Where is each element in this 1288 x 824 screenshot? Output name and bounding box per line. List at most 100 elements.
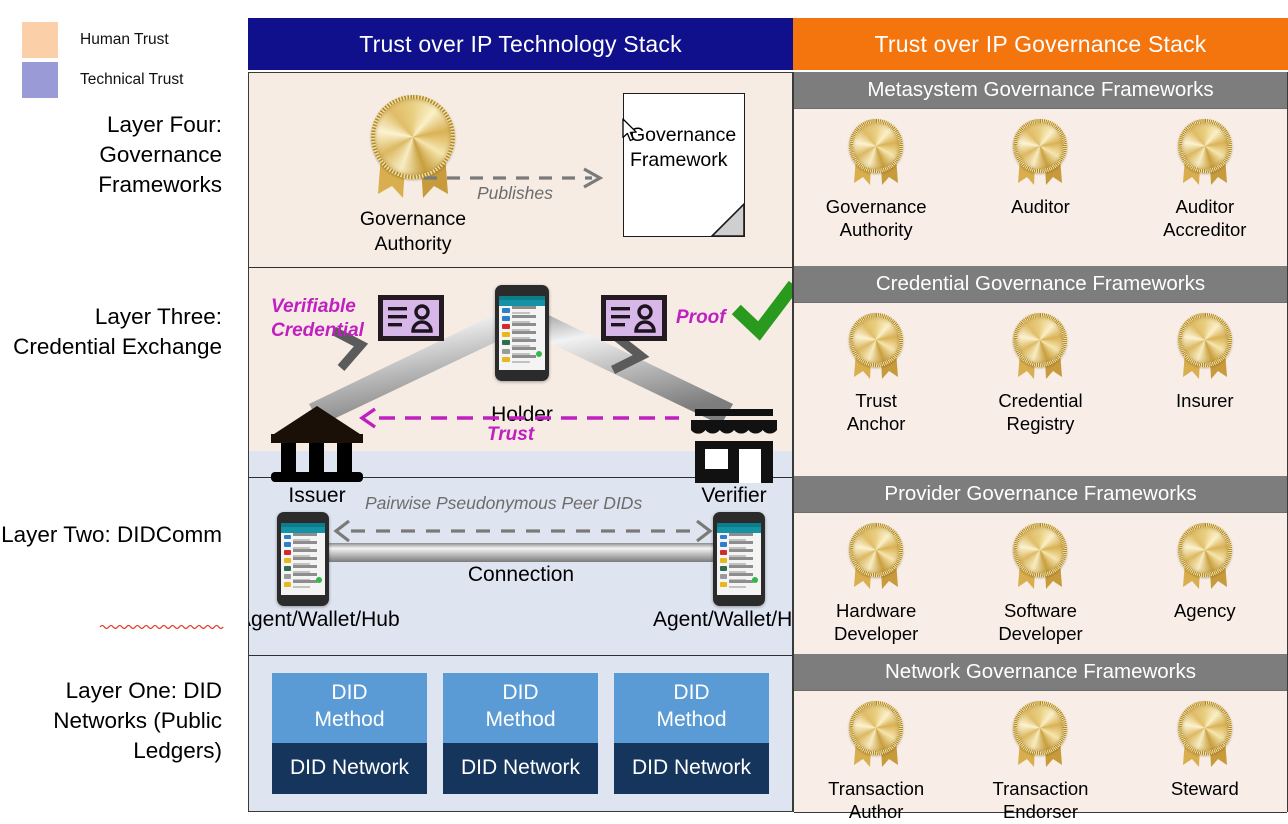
governance-role: Trust Anchor bbox=[801, 313, 951, 436]
trust-label: Trust bbox=[487, 424, 535, 445]
wallet-app-screen bbox=[717, 523, 761, 595]
governance-block-body: TransactionAuthor TransactionEndorser bbox=[794, 691, 1287, 822]
governance-block-credential: Credential Governance Frameworks Trust An… bbox=[793, 266, 1288, 477]
verifiable-credential-label: Verifiable Credential bbox=[271, 296, 364, 341]
gold-badge-icon bbox=[845, 523, 907, 595]
issuer-bank-icon bbox=[271, 406, 363, 482]
badge-disc-icon bbox=[849, 313, 904, 367]
badge-disc-icon bbox=[849, 119, 904, 173]
page-fold-icon bbox=[710, 202, 745, 237]
badge-disc-icon bbox=[1177, 523, 1232, 577]
left-agent-caption: Agent/Wallet/Hub bbox=[248, 608, 400, 631]
governance-role-label: Auditor bbox=[1011, 196, 1070, 217]
governance-block-body: Hardware Developer Software Developer Ag… bbox=[794, 513, 1287, 655]
governance-role: Transaction Author bbox=[801, 701, 951, 824]
technology-column: Governance Authority Publishes Governance… bbox=[248, 72, 793, 812]
governance-block-title: Provider Governance Frameworks bbox=[794, 476, 1287, 513]
governance-block-title: Credential Governance Frameworks bbox=[794, 266, 1287, 303]
governance-column: Metasystem Governance Frameworks Governa… bbox=[793, 72, 1288, 822]
governance-role-label: Insurer bbox=[1176, 390, 1234, 411]
governance-role: Software Developer bbox=[965, 523, 1115, 646]
document-text: Governance Framework bbox=[630, 124, 737, 171]
gold-badge-icon bbox=[845, 313, 907, 385]
gold-badge-icon bbox=[1009, 701, 1071, 773]
gold-badge-icon bbox=[1174, 119, 1236, 191]
governance-role: Auditor bbox=[965, 119, 1115, 218]
governance-block-title: Metasystem Governance Frameworks bbox=[794, 72, 1287, 109]
did-block-2: DID Method DID Network bbox=[443, 673, 598, 794]
gold-badge-icon bbox=[1174, 523, 1236, 595]
governance-stack-header: Trust over IP Governance Stack bbox=[793, 18, 1288, 70]
governance-role: Hardware Developer bbox=[801, 523, 951, 646]
layer-name-column: Layer Four: Governance Frameworks Layer … bbox=[0, 72, 240, 812]
governance-role-label: Hardware Developer bbox=[833, 600, 919, 645]
publishes-label: Publishes bbox=[477, 183, 553, 203]
governance-role: Agency bbox=[1130, 523, 1280, 622]
did-network-label: DID Network bbox=[272, 742, 427, 794]
legend-label: Human Trust bbox=[80, 31, 169, 48]
governance-block-body: Governance Authority Auditor Auditor Acc… bbox=[794, 109, 1287, 267]
governance-role: Transaction Endorser bbox=[965, 701, 1115, 824]
technology-stack-header: Trust over IP Technology Stack bbox=[248, 18, 793, 70]
badge-disc-icon bbox=[849, 701, 904, 755]
governance-role-label: Software Developer bbox=[998, 600, 1083, 645]
governance-role-label: Auditor Accreditor bbox=[1163, 196, 1247, 241]
connection-label: Connection bbox=[467, 563, 575, 586]
right-agent-caption: Agent/Wallet/Hub bbox=[653, 608, 793, 631]
wallet-app-screen bbox=[499, 296, 545, 370]
governance-block-provider: Provider Governance Frameworks Hardware D… bbox=[793, 476, 1288, 655]
credential-card-glyph bbox=[611, 304, 656, 333]
wallet-app-screen bbox=[281, 523, 325, 595]
layer-name-three: Layer Three: Credential Exchange bbox=[13, 304, 222, 359]
did-method-label: DID Method bbox=[614, 673, 769, 743]
governance-framework-document: Governance Framework bbox=[623, 93, 745, 237]
governance-block-network: Network Governance Frameworks Transactio… bbox=[793, 654, 1288, 822]
gold-badge-icon bbox=[1009, 523, 1071, 595]
governance-role-label: Governance Authority bbox=[825, 196, 927, 241]
holder-phone-icon bbox=[495, 285, 549, 381]
legend-item-human-trust: Human Trust bbox=[22, 20, 237, 60]
gold-badge-icon bbox=[845, 119, 907, 191]
swatch-icon bbox=[22, 22, 58, 58]
governance-role-label: Transaction Author bbox=[828, 778, 925, 823]
badge-disc-icon bbox=[1177, 119, 1232, 173]
governance-block-title: Network Governance Frameworks bbox=[794, 654, 1287, 691]
governance-role: Credential Registry bbox=[965, 313, 1115, 436]
layer-name-one: Layer One: DID Networks (Public Ledgers) bbox=[53, 678, 222, 763]
did-block-3: DID Method DID Network bbox=[614, 673, 769, 794]
governance-role-label: Steward bbox=[1170, 778, 1239, 799]
governance-role: Steward bbox=[1130, 701, 1280, 800]
spellcheck-squiggle-icon bbox=[99, 624, 224, 630]
gold-badge-icon bbox=[845, 701, 907, 773]
peer-dids-arrow-icon bbox=[333, 519, 713, 543]
gold-badge-icon bbox=[1009, 119, 1071, 191]
credential-card-glyph bbox=[388, 304, 433, 333]
right-agent-phone-icon bbox=[713, 512, 765, 606]
left-agent-phone-icon bbox=[277, 512, 329, 606]
governance-role: Governance Authority bbox=[801, 119, 951, 242]
governance-role-label: Trust Anchor bbox=[846, 390, 906, 435]
governance-role-label: Agency bbox=[1173, 600, 1236, 621]
governance-role-label: Transaction Endorser bbox=[992, 778, 1089, 823]
gold-badge-icon bbox=[365, 95, 461, 207]
layer-name-four: Layer Four: Governance Frameworks bbox=[98, 112, 222, 197]
governance-role: Insurer bbox=[1130, 313, 1280, 412]
gold-badge-icon bbox=[1174, 313, 1236, 385]
did-network-label: DID Network bbox=[443, 742, 598, 794]
gold-badge-icon bbox=[1174, 701, 1236, 773]
layer-name-two: Layer Two: DIDComm bbox=[1, 522, 222, 547]
governance-authority-caption: Governance Authority bbox=[359, 208, 467, 255]
did-method-label: DID Method bbox=[272, 673, 427, 743]
did-block-1: DID Method DID Network bbox=[272, 673, 427, 794]
gold-badge-icon bbox=[1009, 313, 1071, 385]
verifiable-credential-card-icon bbox=[378, 295, 444, 341]
peer-dids-label: Pairwise Pseudonymous Peer DIDs bbox=[365, 493, 643, 513]
did-method-label: DID Method bbox=[443, 673, 598, 743]
verified-check-icon bbox=[731, 280, 792, 341]
trust-over-ip-stack: Trust over IP Technology Stack Trust ove… bbox=[248, 18, 1288, 822]
governance-block-body: Trust Anchor Credential Registry Insurer bbox=[794, 303, 1287, 477]
governance-block-metasystem: Metasystem Governance Frameworks Governa… bbox=[793, 72, 1288, 267]
governance-role-label: Credential Registry bbox=[998, 390, 1083, 435]
did-network-label: DID Network bbox=[614, 742, 769, 794]
badge-disc-icon bbox=[849, 523, 904, 577]
